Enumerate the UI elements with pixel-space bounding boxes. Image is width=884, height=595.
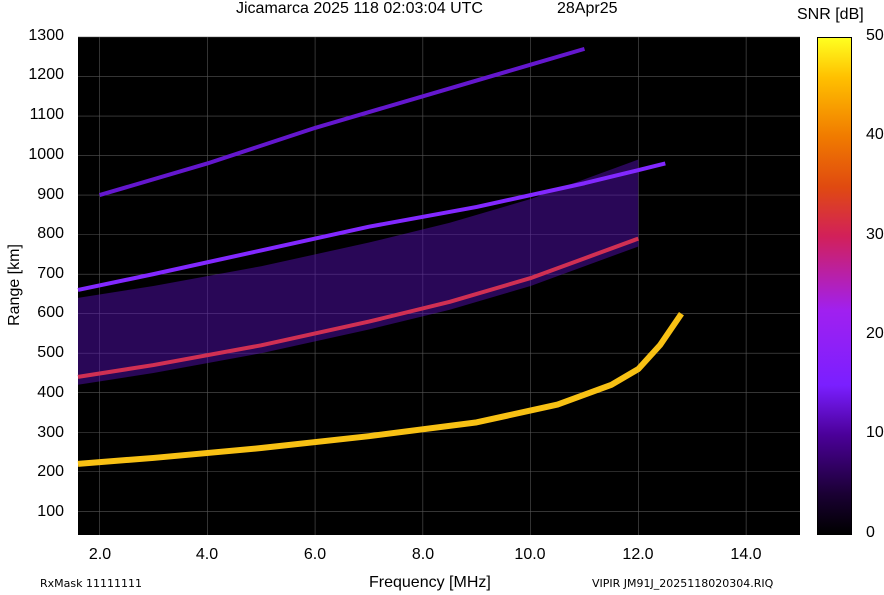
echo-trace-4-hop: [98, 46, 586, 198]
ionogram-traces-svg: [77, 36, 800, 535]
